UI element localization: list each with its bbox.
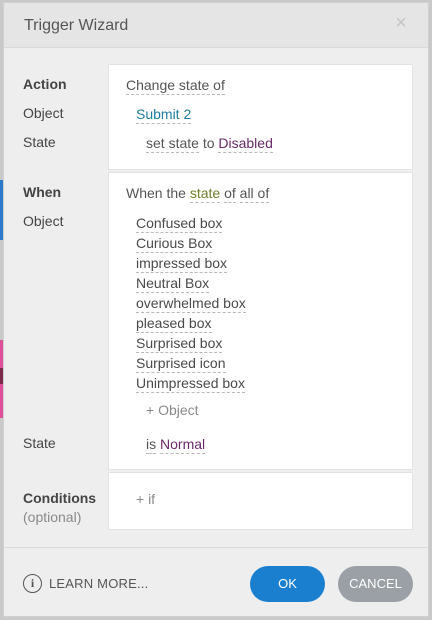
when-object-item[interactable]: Unimpressed box <box>136 375 245 393</box>
when-object-item[interactable]: Confused box <box>136 215 223 233</box>
when-state-condition: is Normal <box>146 436 206 454</box>
when-object-item[interactable]: impressed box <box>136 255 228 273</box>
close-icon[interactable]: × <box>392 13 410 33</box>
when-object-label-text: Curious Box <box>136 235 213 253</box>
when-state-link[interactable]: state <box>189 185 221 203</box>
when-quantifier-link[interactable]: all of <box>239 185 270 203</box>
info-icon: i <box>23 574 42 593</box>
is-operator-link[interactable]: is <box>146 436 157 454</box>
learn-more-label: LEARN MORE... <box>49 576 149 591</box>
conditions-heading: Conditions <box>23 490 97 506</box>
action-object-selector[interactable]: Submit 2 <box>136 106 192 124</box>
when-object-label-text: Unimpressed box <box>136 375 245 393</box>
action-state-value[interactable]: Disabled <box>218 135 273 153</box>
when-heading: When <box>23 184 62 200</box>
when-object-item[interactable]: overwhelmed box <box>136 295 246 313</box>
action-object-value: Submit 2 <box>136 106 192 124</box>
add-if-button[interactable]: + if <box>136 491 155 507</box>
when-sentence: When the state of all of <box>126 185 270 203</box>
when-object-label: Object <box>23 213 64 229</box>
action-state-setter: set state to Disabled <box>146 135 273 153</box>
action-heading: Action <box>23 76 67 92</box>
when-object-item[interactable]: Neutral Box <box>136 275 210 293</box>
to-text: to <box>202 135 215 151</box>
when-panel: When the state of all of Confused box Cu… <box>108 172 413 470</box>
when-state-value[interactable]: Normal <box>160 436 206 454</box>
set-state-link[interactable]: set state <box>146 135 199 153</box>
dialog-titlebar: Trigger Wizard × <box>4 3 428 48</box>
action-object-label: Object <box>23 105 64 121</box>
when-object-label-text: Surprised box <box>136 335 223 353</box>
when-object-item[interactable]: Surprised box <box>136 335 223 353</box>
ok-button[interactable]: OK <box>250 566 325 602</box>
when-object-label-text: pleased box <box>136 315 212 333</box>
when-object-item[interactable]: Surprised icon <box>136 355 226 373</box>
when-object-label-text: impressed box <box>136 255 228 273</box>
conditions-optional-label: (optional) <box>23 509 82 525</box>
trigger-wizard-dialog: Trigger Wizard × Action Object State Cha… <box>3 2 429 617</box>
when-object-item[interactable]: Curious Box <box>136 235 213 253</box>
when-of-link[interactable]: of <box>224 185 236 203</box>
conditions-panel: + if <box>108 472 413 530</box>
action-verb-text: Change state of <box>126 77 225 95</box>
when-object-item[interactable]: pleased box <box>136 315 212 333</box>
when-prefix-text: When the <box>126 185 186 201</box>
when-object-label-text: overwhelmed box <box>136 295 246 313</box>
when-state-label: State <box>23 435 56 451</box>
action-panel: Change state of Submit 2 set state to Di… <box>108 64 413 170</box>
learn-more-link[interactable]: i LEARN MORE... <box>23 574 148 593</box>
action-verb-selector[interactable]: Change state of <box>126 77 225 95</box>
add-object-button[interactable]: + Object <box>146 402 199 418</box>
cancel-button[interactable]: CANCEL <box>338 566 413 602</box>
when-object-label-text: Confused box <box>136 215 223 233</box>
action-state-label: State <box>23 134 56 150</box>
dialog-title: Trigger Wizard <box>24 17 129 34</box>
when-object-label-text: Surprised icon <box>136 355 226 373</box>
when-object-label-text: Neutral Box <box>136 275 210 293</box>
footer-divider <box>4 547 428 548</box>
